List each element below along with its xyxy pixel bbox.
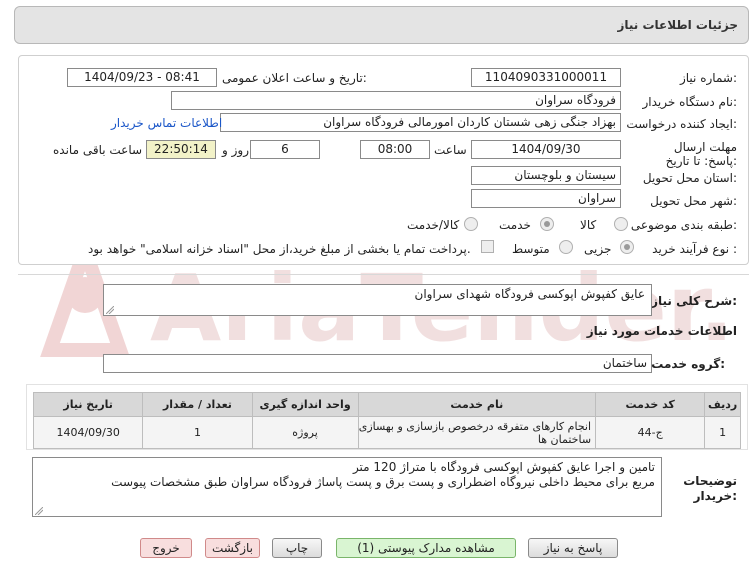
buyer-contact-link[interactable]: اطلاعات تماس خریدار xyxy=(111,116,222,130)
header-panel: جزئیات اطلاعات نیاز xyxy=(14,6,749,44)
process-option-minor: جزیی xyxy=(584,242,612,256)
category-option-service: خدمت xyxy=(499,218,531,232)
city-field[interactable]: سراوان xyxy=(471,189,621,208)
creator-field[interactable]: بهزاد جنگی زهی شستان کاردان امورمالی فرو… xyxy=(220,113,621,132)
announce-datetime-label: تاریخ و ساعت اعلان عمومی: xyxy=(222,71,367,85)
days-remaining-field[interactable]: 6 xyxy=(250,140,320,159)
process-radio-medium[interactable] xyxy=(559,240,573,254)
cell-unit: پروژه xyxy=(251,416,359,449)
creator-label: ایجاد کننده درخواست: xyxy=(626,117,737,131)
resize-grip-icon[interactable] xyxy=(35,507,43,515)
process-radio-minor[interactable] xyxy=(620,240,634,254)
exit-button[interactable]: خروج xyxy=(140,538,192,558)
province-field[interactable]: سیستان و بلوچستان xyxy=(471,166,621,185)
view-attachments-button[interactable]: مشاهده مدارک پیوستی (1) xyxy=(336,538,516,558)
services-section-title: اطلاعات خدمات مورد نیاز xyxy=(586,324,737,338)
deadline-time-label: ساعت xyxy=(434,143,467,157)
summary-textarea[interactable]: عایق کفپوش اپوکسی فرودگاه شهدای سراوان xyxy=(103,284,652,316)
reply-button[interactable]: پاسخ به نیاز xyxy=(528,538,618,558)
city-label: شهر محل تحویل: xyxy=(650,194,737,208)
col-header-qty: تعداد / مقدار xyxy=(142,392,253,417)
table-row[interactable]: 1 ج-44 انجام کارهای متفرقه درخصوص بازساز… xyxy=(32,416,741,449)
announce-datetime-field[interactable]: 1404/09/23 - 08:41 xyxy=(67,68,217,87)
cell-code: ج-44 xyxy=(595,416,706,449)
summary-label: شرح کلی نیاز: xyxy=(651,294,737,308)
cell-qty: 1 xyxy=(142,416,253,449)
service-group-label: گروه خدمت: xyxy=(651,357,725,371)
buyer-org-label: نام دستگاه خریدار: xyxy=(642,95,738,109)
need-number-field[interactable]: 1104090331000011 xyxy=(471,68,621,87)
resize-grip-icon[interactable] xyxy=(106,306,114,314)
need-number-label: شماره نیاز: xyxy=(679,71,737,85)
table-header-row: ردیف کد خدمت نام خدمت واحد اندازه گیری ت… xyxy=(32,392,741,417)
back-button[interactable]: بازگشت xyxy=(205,538,260,558)
days-label: روز و xyxy=(222,143,249,157)
buyer-org-field[interactable]: فرودگاه سراوان xyxy=(171,91,621,110)
service-group-field[interactable]: ساختمان xyxy=(103,354,652,373)
category-radio-service[interactable] xyxy=(540,217,554,231)
buyer-notes-textarea[interactable]: تامین و اجرا عایق کفپوش اپوکسی فرودگاه ب… xyxy=(32,457,662,517)
category-option-goods-service: کالا/خدمت xyxy=(407,218,460,232)
col-header-date: تاریخ نیاز xyxy=(32,392,144,417)
col-header-name: نام خدمت xyxy=(357,392,597,417)
cell-row-num: 1 xyxy=(704,416,741,449)
treasury-payment-checkbox[interactable] xyxy=(481,240,494,253)
time-remaining-field: 22:50:14 xyxy=(146,140,216,159)
time-remaining-label: ساعت باقی مانده xyxy=(53,143,143,157)
process-option-medium: متوسط xyxy=(512,242,550,256)
col-header-row-num: ردیف xyxy=(704,392,741,417)
buyer-notes-line-2: مربع برای محیط داخلی نیروگاه اضطراری و پ… xyxy=(111,475,655,489)
summary-text: عایق کفپوش اپوکسی فرودگاه شهدای سراوان xyxy=(414,287,646,301)
process-label: نوع فرآیند خرید : xyxy=(652,242,737,256)
category-radio-goods-service[interactable] xyxy=(464,217,478,231)
buyer-notes-label: توضیحات خریدار: xyxy=(683,474,737,503)
category-option-goods: کالا xyxy=(580,218,597,232)
province-label: استان محل تحویل: xyxy=(642,171,737,185)
services-table: ردیف کد خدمت نام خدمت واحد اندازه گیری ت… xyxy=(32,392,741,449)
print-button[interactable]: چاپ xyxy=(272,538,322,558)
deadline-time-field[interactable]: 08:00 xyxy=(360,140,430,159)
col-header-code: کد خدمت xyxy=(595,392,706,417)
deadline-date-field[interactable]: 1404/09/30 xyxy=(471,140,621,159)
cell-name: انجام کارهای متفرقه درخصوص بازسازی و بهس… xyxy=(357,416,597,449)
col-header-unit: واحد اندازه گیری xyxy=(251,392,359,417)
category-radio-goods[interactable] xyxy=(614,217,628,231)
buyer-notes-line-1: تامین و اجرا عایق کفپوش اپوکسی فرودگاه ب… xyxy=(352,460,655,474)
page-title: جزئیات اطلاعات نیاز xyxy=(617,18,738,32)
deadline-label: مهلت ارسال پاسخ: تا تاریخ: xyxy=(665,140,737,168)
category-label: طبقه بندی موضوعی: xyxy=(630,218,737,232)
divider xyxy=(18,274,749,275)
treasury-payment-note: پرداخت تمام یا بخشی از مبلغ خرید،از محل … xyxy=(88,242,471,256)
cell-date: 1404/09/30 xyxy=(32,416,144,449)
